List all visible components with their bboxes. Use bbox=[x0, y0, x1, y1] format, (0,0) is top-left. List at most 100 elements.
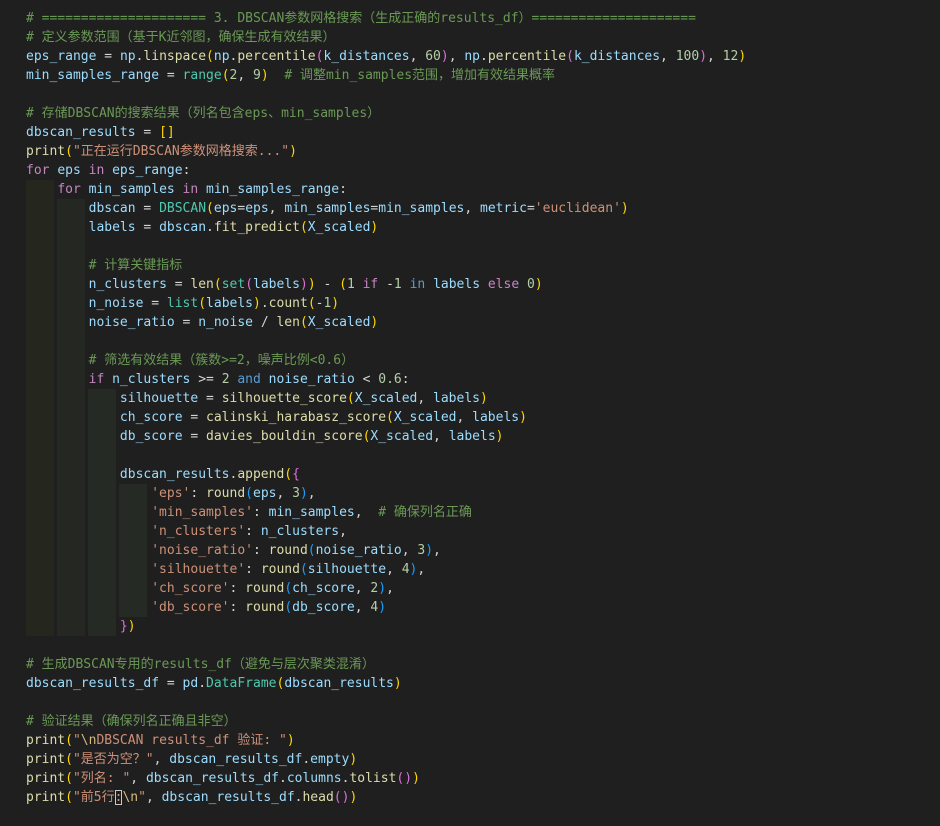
code-token: X_scaled bbox=[307, 220, 371, 235]
code-token: . bbox=[198, 676, 207, 691]
code-line[interactable]: db_score = davies_bouldin_score(X_scaled… bbox=[26, 427, 746, 446]
code-token: ( bbox=[65, 790, 73, 805]
code-line[interactable]: 'ch_score': round(ch_score, 2), bbox=[26, 579, 746, 598]
code-token: eps_range bbox=[112, 163, 183, 178]
code-token: ( bbox=[65, 771, 73, 786]
code-token: count bbox=[268, 296, 308, 311]
code-line[interactable]: 'min_samples': min_samples, # 确保列名正确 bbox=[26, 503, 746, 522]
code-line[interactable]: # 验证结果（确保列名正确且非空） bbox=[26, 712, 746, 731]
code-line[interactable]: 'db_score': round(db_score, 4) bbox=[26, 598, 746, 617]
code-line[interactable]: # ===================== 3. DBSCAN参数网格搜索（… bbox=[26, 9, 746, 28]
code-line[interactable] bbox=[26, 693, 746, 712]
code-token: ( bbox=[307, 296, 316, 311]
code-token: ) bbox=[699, 49, 708, 64]
code-token: X_scaled bbox=[393, 410, 457, 425]
code-line[interactable]: # 定义参数范围（基于K近邻图，确保生成有效结果） bbox=[26, 28, 746, 47]
code-line[interactable]: print("前5行:\n", dbscan_results_df.head()… bbox=[26, 788, 746, 807]
code-line[interactable]: 'eps': round(eps, 3), bbox=[26, 484, 746, 503]
code-token: = bbox=[198, 391, 222, 406]
code-line[interactable]: dbscan_results.append({ bbox=[26, 465, 746, 484]
code-line[interactable]: labels = dbscan.fit_predict(X_scaled) bbox=[26, 218, 746, 237]
code-line[interactable]: dbscan_results_df = pd.DataFrame(dbscan_… bbox=[26, 674, 746, 693]
code-token: append bbox=[237, 467, 285, 482]
code-token: ) bbox=[289, 144, 297, 159]
code-token: dbscan_results_df bbox=[161, 790, 295, 805]
code-token: : bbox=[339, 182, 347, 197]
code-line[interactable]: n_noise = list(labels).count(-1) bbox=[26, 294, 746, 313]
code-token: dbscan_results bbox=[119, 467, 230, 482]
code-line[interactable] bbox=[26, 237, 746, 256]
code-token: if bbox=[362, 277, 379, 292]
code-editor[interactable]: # ===================== 3. DBSCAN参数网格搜索（… bbox=[0, 0, 940, 826]
code-token: , bbox=[386, 562, 402, 577]
code-token: labels bbox=[448, 429, 496, 444]
code-line[interactable] bbox=[26, 636, 746, 655]
code-line[interactable]: }) bbox=[26, 617, 746, 636]
code-token: eps bbox=[57, 163, 81, 178]
code-token: , bbox=[401, 543, 418, 558]
code-token: dbscan bbox=[88, 201, 136, 216]
code-token: # 定义参数范围（基于K近邻图，确保生成有效结果） bbox=[26, 30, 336, 45]
code-line[interactable]: eps_range = np.linspace(np.percentile(k_… bbox=[26, 47, 746, 66]
code-line[interactable]: print("列名: ", dbscan_results_df.columns.… bbox=[26, 769, 746, 788]
code-token: ch_score bbox=[119, 410, 183, 425]
code-lines[interactable]: # ===================== 3. DBSCAN参数网格搜索（… bbox=[26, 9, 746, 807]
code-token: # ===================== 3. DBSCAN参数网格搜索（… bbox=[26, 11, 696, 26]
code-line[interactable] bbox=[26, 332, 746, 351]
code-line[interactable]: for min_samples in min_samples_range: bbox=[26, 180, 746, 199]
code-line[interactable]: if n_clusters >= 2 and noise_ratio < 0.6… bbox=[26, 370, 746, 389]
code-token: X_scaled bbox=[370, 429, 434, 444]
code-token: DBSCAN bbox=[159, 201, 207, 216]
code-line[interactable]: # 筛选有效结果（簇数>=2，噪声比例<0.6） bbox=[26, 351, 746, 370]
code-token: ) bbox=[495, 429, 504, 444]
code-line[interactable]: n_clusters = len(set(labels)) - (1 if -1… bbox=[26, 275, 746, 294]
code-token: columns bbox=[286, 771, 342, 786]
code-line[interactable] bbox=[26, 446, 746, 465]
code-line[interactable]: # 生成DBSCAN专用的results_df（避免与层次聚类混淆） bbox=[26, 655, 746, 674]
code-line[interactable]: print("是否为空？", dbscan_results_df.empty) bbox=[26, 750, 746, 769]
code-line[interactable]: # 存储DBSCAN的搜索结果（列名包含eps、min_samples） bbox=[26, 104, 746, 123]
code-line[interactable]: noise_ratio = n_noise / len(X_scaled) bbox=[26, 313, 746, 332]
code-token: , bbox=[354, 505, 379, 520]
code-line[interactable]: 'n_clusters': n_clusters, bbox=[26, 522, 746, 541]
code-token: = bbox=[174, 315, 199, 330]
code-token: ( bbox=[346, 391, 355, 406]
code-line[interactable]: min_samples_range = range(2, 9) # 调整min_… bbox=[26, 66, 746, 85]
code-token: dbscan_results bbox=[284, 676, 394, 691]
code-line[interactable]: 'noise_ratio': round(noise_ratio, 3), bbox=[26, 541, 746, 560]
code-token: , bbox=[130, 771, 146, 786]
code-token: ( bbox=[245, 277, 254, 292]
code-token: 1 bbox=[393, 277, 402, 292]
code-token: min_samples bbox=[378, 201, 465, 216]
code-token: ) bbox=[260, 68, 269, 83]
code-token: , bbox=[433, 429, 449, 444]
code-line[interactable]: for eps in eps_range: bbox=[26, 161, 746, 180]
code-token: ) bbox=[286, 733, 295, 748]
code-token: # 筛选有效结果（簇数>=2，噪声比例<0.6） bbox=[88, 353, 355, 368]
code-token: ( bbox=[206, 49, 214, 64]
code-line[interactable]: ch_score = calinski_harabasz_score(X_sca… bbox=[26, 408, 746, 427]
code-token: round bbox=[260, 562, 300, 577]
code-line[interactable] bbox=[26, 85, 746, 104]
code-token: 0 bbox=[527, 277, 535, 292]
code-token: { bbox=[292, 467, 300, 482]
code-line[interactable]: silhouette = silhouette_score(X_scaled, … bbox=[26, 389, 746, 408]
code-line[interactable]: print("\nDBSCAN results_df 验证: ") bbox=[26, 731, 746, 750]
code-token: # 调整min_samples范围，增加有效结果概率 bbox=[284, 68, 556, 83]
code-line[interactable]: 'silhouette': round(silhouette, 4), bbox=[26, 560, 746, 579]
code-line[interactable]: print("正在运行DBSCAN参数网格搜索...") bbox=[26, 142, 746, 161]
code-line[interactable]: dbscan = DBSCAN(eps=eps, min_samples=min… bbox=[26, 199, 746, 218]
code-token: ch_score bbox=[292, 581, 355, 596]
code-line[interactable]: # 计算关键指标 bbox=[26, 256, 746, 275]
code-token: noise_ratio bbox=[88, 315, 175, 330]
code-token: = bbox=[159, 68, 183, 83]
code-line[interactable]: dbscan_results = [] bbox=[26, 123, 746, 142]
